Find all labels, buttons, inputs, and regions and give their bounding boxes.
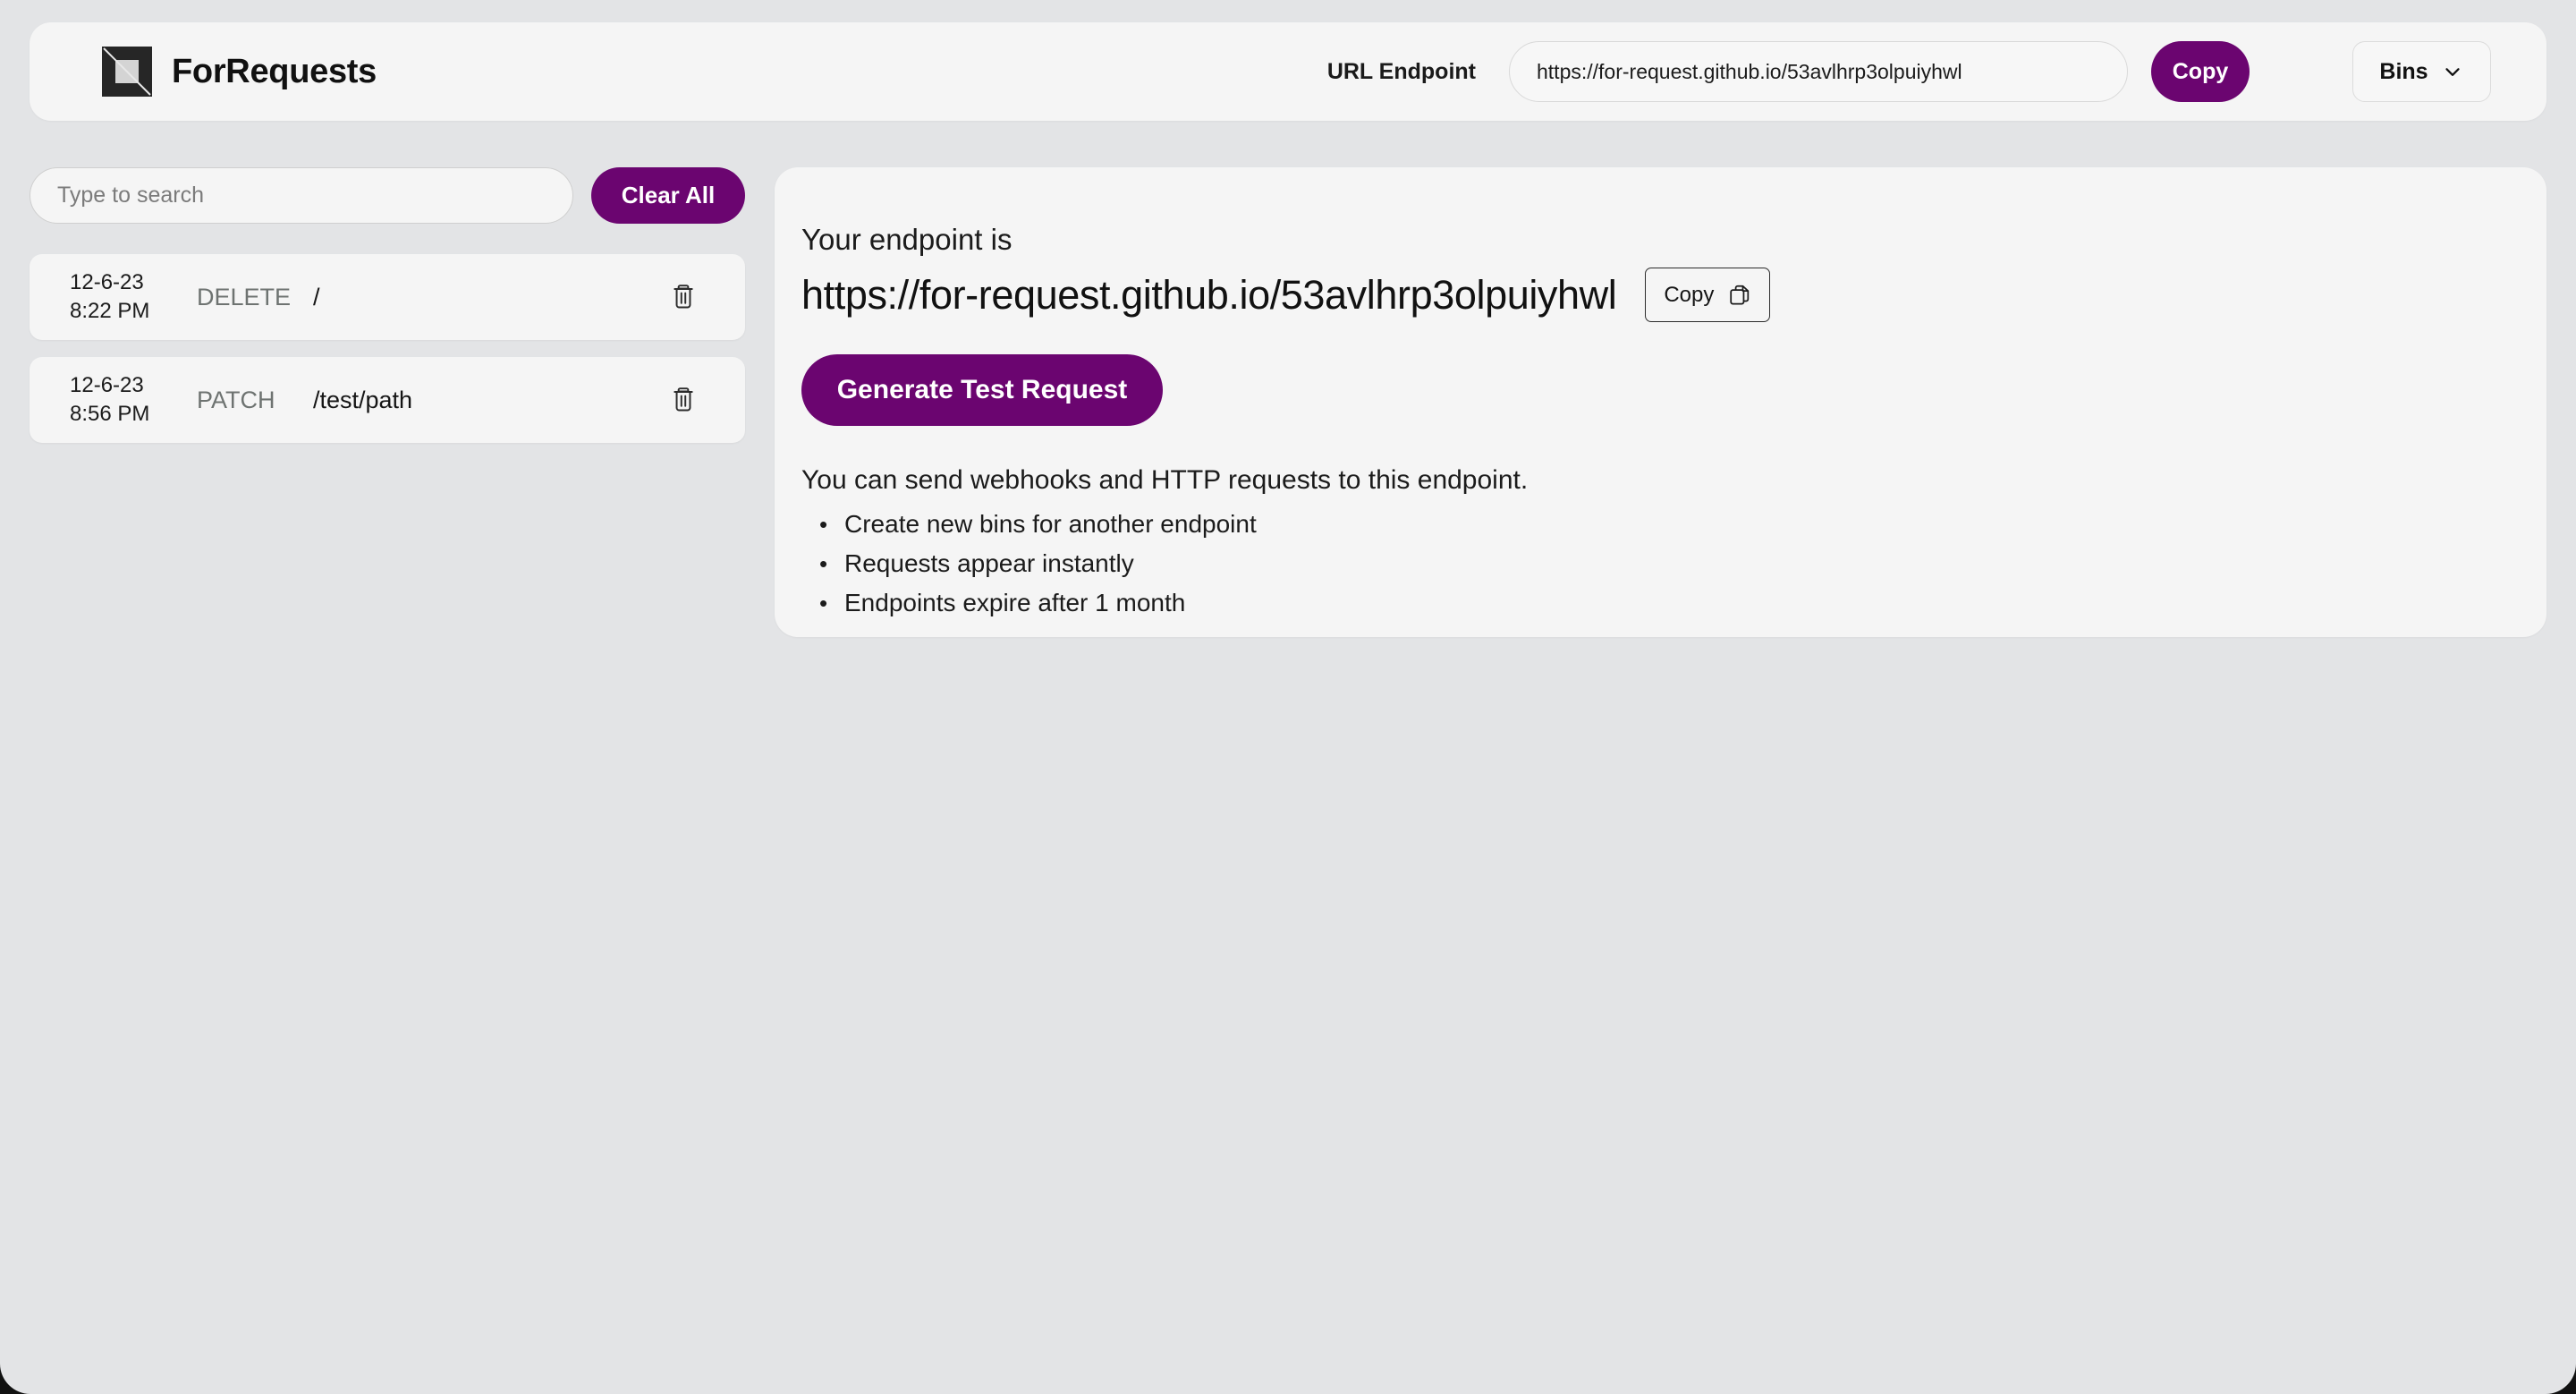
- list-item: Requests appear instantly: [819, 544, 2546, 583]
- request-date: 12-6-23: [70, 270, 144, 294]
- trash-icon[interactable]: [664, 380, 703, 420]
- trash-icon[interactable]: [664, 277, 703, 317]
- request-method: PATCH: [197, 386, 275, 413]
- list-item: Endpoints expire after 1 month: [819, 583, 2546, 623]
- request-time: 8:56 PM: [70, 402, 150, 426]
- panel-feature-list: Create new bins for another endpoint Req…: [819, 505, 2546, 623]
- bins-dropdown-button[interactable]: Bins: [2352, 41, 2491, 102]
- table-row[interactable]: 12-6-23 8:22 PM DELETE /: [30, 254, 745, 340]
- request-time: 8:22 PM: [70, 299, 150, 323]
- search-input[interactable]: [30, 167, 573, 224]
- search-row: Clear All: [30, 167, 745, 224]
- request-timestamp: 12-6-23 8:22 PM: [70, 268, 177, 326]
- app-header: ForRequests URL Endpoint Copy Bins: [30, 22, 2546, 121]
- url-endpoint-label: URL Endpoint: [1326, 58, 1476, 84]
- endpoint-copy-label: Copy: [1664, 282, 1715, 307]
- clear-all-button[interactable]: Clear All: [591, 167, 745, 224]
- request-path: /test/path: [313, 386, 413, 413]
- logo-diagonal: [103, 47, 151, 96]
- endpoint-input[interactable]: [1509, 41, 2128, 102]
- request-timestamp: 12-6-23 8:56 PM: [70, 371, 177, 429]
- endpoint-panel: Your endpoint is https://for-request.git…: [775, 167, 2546, 637]
- bins-label: Bins: [2379, 58, 2428, 84]
- browser-viewport: ForRequests URL Endpoint Copy Bins Clear…: [0, 0, 2576, 1394]
- endpoint-intro-text: Your endpoint is: [801, 223, 1013, 256]
- endpoint-url-text: https://for-request.github.io/53avlhrp3o…: [801, 271, 1617, 318]
- header-controls: URL Endpoint Copy Bins: [1327, 41, 2491, 102]
- square-logo-icon: [102, 47, 152, 97]
- header-copy-button[interactable]: Copy: [2151, 41, 2250, 102]
- endpoint-copy-button[interactable]: Copy: [1645, 268, 1771, 322]
- chevron-down-icon: [2445, 68, 2460, 76]
- request-date: 12-6-23: [70, 373, 144, 397]
- copy-icon: [1730, 285, 1750, 304]
- sidebar: Clear All 12-6-23 8:22 PM DELETE /: [30, 167, 745, 443]
- endpoint-row: https://for-request.github.io/53avlhrp3o…: [801, 268, 2546, 322]
- panel-description: You can send webhooks and HTTP requests …: [801, 465, 1529, 495]
- request-path: /: [313, 283, 320, 310]
- generate-test-request-button[interactable]: Generate Test Request: [801, 354, 1163, 426]
- brand-name: ForRequests: [172, 52, 377, 90]
- list-item: Create new bins for another endpoint: [819, 505, 2546, 544]
- request-list: 12-6-23 8:22 PM DELETE / 12-6-23 8:56 PM…: [30, 254, 745, 443]
- brand: ForRequests: [102, 47, 377, 97]
- request-method: DELETE: [197, 283, 292, 310]
- table-row[interactable]: 12-6-23 8:56 PM PATCH /test/path: [30, 357, 745, 443]
